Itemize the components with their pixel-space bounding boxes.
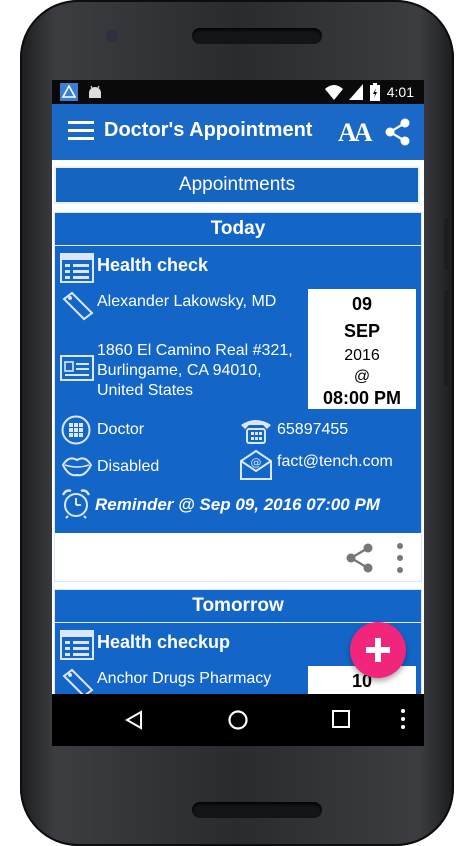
status-time: 4:01 xyxy=(386,84,414,100)
top-speaker xyxy=(192,28,322,44)
appointment-title: Health checkup xyxy=(97,632,231,652)
phone-number[interactable]: 65897455 xyxy=(277,421,348,439)
card-share-icon[interactable] xyxy=(345,543,375,573)
calendar-list-icon xyxy=(60,253,94,283)
category-grid-icon xyxy=(61,415,91,445)
email-address[interactable]: fact@tench.com xyxy=(277,453,393,471)
date-month: SEP xyxy=(343,321,381,341)
svg-text:@: @ xyxy=(251,456,262,469)
recents-icon[interactable] xyxy=(332,710,350,728)
person-name: Anchor Drugs Pharmacy xyxy=(97,670,272,687)
appointments-label: Appointments xyxy=(178,174,296,195)
date-box: 09 SEP 2016 @ 08:00 PM xyxy=(308,289,416,409)
address-line-2: Burlingame, CA 94010, xyxy=(97,362,262,379)
accessibility-status: Disabled xyxy=(97,458,160,475)
tag-icon xyxy=(62,291,94,321)
app-logo-icon xyxy=(60,83,78,101)
power-button xyxy=(444,218,450,270)
back-icon[interactable] xyxy=(124,710,144,730)
alarm-clock-icon xyxy=(61,489,91,519)
home-icon[interactable] xyxy=(227,709,249,731)
address-line-1: 1860 El Camino Real #321, xyxy=(97,342,293,359)
status-bar: 4:01 xyxy=(52,80,424,104)
address: 1860 El Camino Real #321, Burlingame, CA… xyxy=(97,341,317,401)
appointments-banner[interactable]: Appointments xyxy=(54,166,420,204)
telephone-icon xyxy=(241,420,271,444)
date-year: 2016 xyxy=(344,347,380,364)
volume-button xyxy=(444,290,450,386)
android-icon xyxy=(89,85,101,98)
lips-icon xyxy=(61,457,93,477)
date-day: 09 xyxy=(351,294,373,314)
font-size-label: AA xyxy=(338,118,373,147)
date-at: @ xyxy=(353,368,371,385)
address-line-3: United States xyxy=(97,382,194,399)
more-icon[interactable] xyxy=(400,708,406,730)
card-footer xyxy=(55,533,421,581)
screen: 4:01 Doctor's Appointment AA Appointment… xyxy=(52,80,424,746)
calendar-list-icon xyxy=(60,630,94,660)
date-day: 10 xyxy=(351,671,373,691)
card-more-icon[interactable] xyxy=(395,541,405,575)
card-header-today: Today xyxy=(55,213,421,246)
menu-icon[interactable] xyxy=(68,120,94,142)
card-header-label: Today xyxy=(210,218,266,239)
bottom-speaker xyxy=(192,802,322,818)
navigation-bar xyxy=(52,694,424,746)
card-header-label: Tomorrow xyxy=(192,595,284,616)
address-card-icon xyxy=(60,355,94,381)
signal-icon xyxy=(349,84,363,100)
person-name: Alexander Lakowsky, MD xyxy=(97,293,277,310)
email-icon: @ xyxy=(240,449,272,480)
app-title: Doctor's Appointment xyxy=(104,119,313,141)
reminder: Reminder @ Sep 09, 2016 07:00 PM xyxy=(95,495,380,514)
card-header-tomorrow: Tomorrow xyxy=(55,590,421,623)
front-camera xyxy=(106,30,118,42)
share-icon[interactable] xyxy=(384,118,412,146)
font-size-icon[interactable]: AA xyxy=(338,118,376,147)
appointment-card-today[interactable]: Today Health check Alexander Lakowsky, M… xyxy=(54,212,422,582)
app-bar: Doctor's Appointment AA xyxy=(52,104,424,160)
add-appointment-button[interactable] xyxy=(350,622,406,678)
appointment-title: Health check xyxy=(97,255,209,275)
plus-icon xyxy=(366,638,390,662)
date-time: 08:00 PM xyxy=(322,388,402,408)
battery-icon xyxy=(370,83,380,101)
category: Doctor xyxy=(97,421,145,438)
wifi-icon xyxy=(325,85,343,100)
